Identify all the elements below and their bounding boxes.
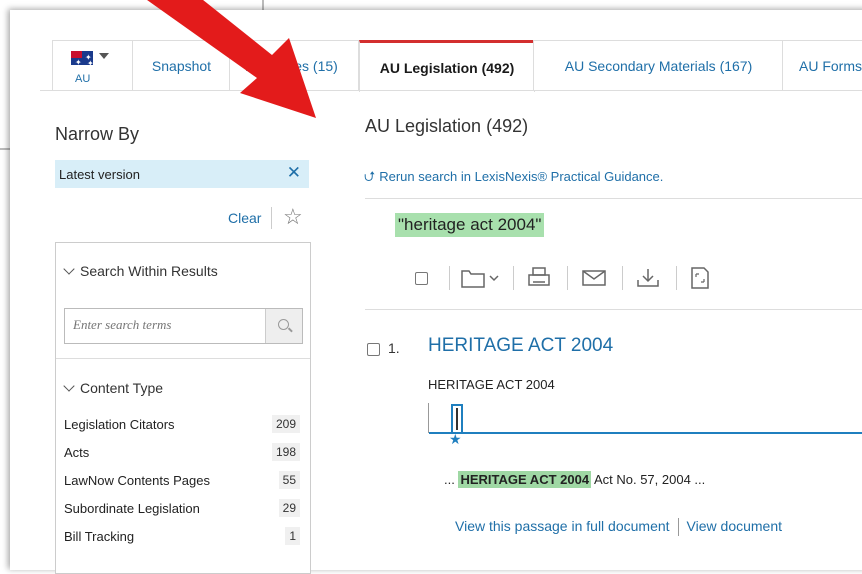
search-button[interactable]	[265, 309, 302, 343]
facet-item[interactable]: Acts 198	[56, 441, 310, 463]
search-within-input[interactable]	[65, 309, 268, 341]
count-badge: 209	[271, 415, 300, 433]
jurisdiction-selector[interactable]: ✦ ✦ ✦ AU	[52, 40, 134, 91]
download-icon[interactable]	[635, 266, 663, 290]
select-all-checkbox[interactable]	[415, 272, 428, 285]
facet-item[interactable]: Subordinate Legislation 29	[56, 497, 310, 519]
search-within-field	[64, 308, 303, 344]
tab-au-secondary-materials[interactable]: AU Secondary Materials (167)	[533, 40, 784, 91]
filter-panel: Search Within Results Content Type Legis…	[55, 242, 311, 574]
divider	[365, 309, 862, 310]
close-icon[interactable]: ✕	[287, 163, 301, 183]
folder-icon[interactable]	[460, 266, 500, 290]
result-title-link[interactable]: HERITAGE ACT 2004	[428, 335, 613, 357]
divider	[622, 266, 623, 290]
favorite-star-icon[interactable]: ☆	[283, 204, 303, 230]
search-query-term: "heritage act 2004"	[395, 213, 545, 237]
results-title: AU Legislation (492)	[365, 116, 529, 136]
jurisdiction-label: AU	[75, 73, 91, 85]
facet-item[interactable]: Legislation Citators 209	[56, 413, 310, 435]
rerun-search-link[interactable]: ⮍ Rerun search in LexisNexis® Practical G…	[364, 166, 663, 190]
active-filter-label: Latest version	[59, 167, 140, 182]
count-badge: 198	[271, 443, 300, 461]
result-checkbox[interactable]	[367, 343, 380, 356]
content-type-toggle[interactable]: Content Type	[63, 380, 163, 396]
active-filter-chip: Latest version ✕	[55, 160, 309, 188]
facet-item[interactable]: LawNow Contents Pages 55	[56, 469, 310, 491]
divider	[56, 358, 310, 359]
hit-marker[interactable]	[451, 404, 463, 434]
snippet-highlight: HERITAGE ACT 2004	[458, 471, 592, 488]
divider	[677, 518, 679, 537]
result-snippet: ... HERITAGE ACT 2004 Act No. 57, 2004 .…	[444, 471, 706, 488]
chevron-down-icon	[99, 53, 109, 59]
divider	[365, 198, 862, 199]
divider	[676, 266, 677, 290]
australia-flag-icon: ✦ ✦ ✦	[71, 51, 94, 68]
email-icon[interactable]	[581, 266, 609, 290]
narrow-by-heading: Narrow By	[55, 124, 140, 144]
fullscreen-icon[interactable]	[688, 266, 712, 290]
print-icon[interactable]	[526, 266, 554, 290]
count-badge: 55	[278, 471, 300, 489]
tab-au-forms[interactable]: AU Forms	[782, 40, 862, 90]
divider	[449, 266, 450, 290]
chevron-down-icon	[63, 380, 75, 392]
divider	[271, 207, 272, 229]
tab-divider	[40, 90, 862, 91]
facet-item[interactable]: Bill Tracking 1	[56, 525, 310, 547]
chevron-down-icon	[63, 263, 75, 275]
view-document-link[interactable]: View document	[687, 518, 782, 534]
search-within-toggle[interactable]: Search Within Results	[63, 263, 218, 279]
result-number: 1.	[388, 340, 400, 356]
hit-map	[428, 403, 862, 434]
tab-snapshot[interactable]: Snapshot	[132, 40, 231, 91]
rerun-icon: ⮍	[364, 168, 376, 184]
clear-filters-link[interactable]: Clear	[228, 210, 261, 226]
star-icon: ★	[449, 431, 462, 447]
view-passage-link[interactable]: View this passage in full document	[455, 518, 670, 534]
tab-au-cases[interactable]: AU Cases (15)	[229, 40, 359, 90]
count-badge: 29	[278, 499, 300, 517]
divider	[567, 266, 568, 290]
divider	[513, 266, 514, 290]
count-badge: 1	[285, 527, 300, 545]
tab-au-legislation[interactable]: AU Legislation (492)	[359, 40, 535, 92]
result-subtitle: HERITAGE ACT 2004	[428, 377, 555, 392]
result-links: View this passage in full document View d…	[455, 518, 782, 537]
